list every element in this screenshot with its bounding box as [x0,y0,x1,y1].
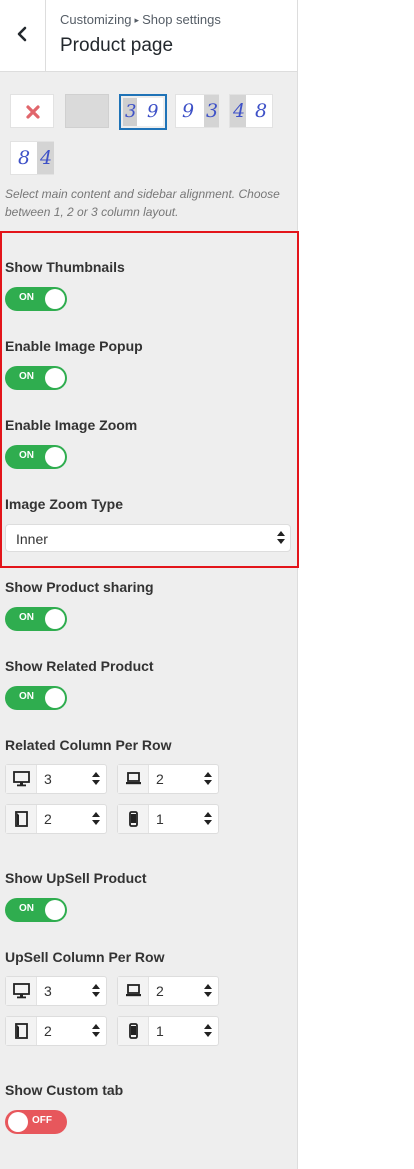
mobile-icon [118,1017,149,1045]
custom-tab-toggle[interactable]: OFF [5,1110,67,1134]
layout-option-no-sidebar[interactable] [10,94,54,128]
related-columns-laptop[interactable]: 2 [117,764,219,794]
related-columns-mobile[interactable]: 1 [117,804,219,834]
zoom-type-value: Inner [16,531,48,547]
desktop-icon [6,765,37,793]
tablet-icon [6,805,37,833]
zoom-type-select[interactable]: Inner [5,524,291,552]
toggle-knob [45,447,65,467]
upsell-desktop-value: 3 [44,983,52,999]
layout-option-right-sidebar[interactable]: 9 3 [175,94,219,128]
toggle-state-text: ON [19,612,34,623]
image-popup-toggle[interactable]: ON [5,366,67,390]
laptop-icon [118,977,149,1005]
related-columns-label: Related Column Per Row [5,737,172,753]
breadcrumb-section: Shop settings [142,12,221,27]
customizer-panel: Customizing ▸ Shop settings Product page 3… [0,0,299,1169]
highlight-box [0,231,299,568]
image-zoom-label: Enable Image Zoom [5,417,138,433]
upsell-tablet-value: 2 [44,1023,52,1039]
upsell-columns-mobile[interactable]: 1 [117,1016,219,1046]
related-product-label: Show Related Product [5,658,154,674]
spinner-arrows-icon[interactable] [204,984,212,998]
spinner-arrows-icon[interactable] [204,1024,212,1038]
spinner-arrows-icon[interactable] [204,772,212,786]
chevron-left-icon [17,26,27,42]
related-desktop-value: 3 [44,771,52,787]
toggle-knob [45,289,65,309]
toggle-state-text: ON [19,450,34,461]
spinner-arrows-icon[interactable] [92,772,100,786]
breadcrumb-separator-icon: ▸ [134,15,140,25]
select-arrows-icon [277,531,285,545]
related-columns-desktop[interactable]: 3 [5,764,107,794]
show-thumbnails-toggle[interactable]: ON [5,287,67,311]
layout-digit-9: 9 [147,101,159,122]
related-tablet-value: 2 [44,811,52,827]
spinner-arrows-icon[interactable] [92,984,100,998]
layout-digit-4: 4 [233,100,246,122]
desktop-icon [6,977,37,1005]
laptop-icon [118,765,149,793]
toggle-knob [45,900,65,920]
layout-option-full-width[interactable] [65,94,109,128]
related-laptop-value: 2 [156,771,164,787]
layout-option-two-col[interactable]: 4 8 [229,94,273,128]
toggle-state-text: ON [19,292,34,303]
layout-digit-3: 3 [206,100,219,122]
related-mobile-value: 1 [156,811,164,827]
toggle-state-text: ON [19,691,34,702]
toggle-knob [45,368,65,388]
toggle-state-text: OFF [32,1115,52,1126]
upsell-mobile-value: 1 [156,1023,164,1039]
toggle-knob [45,609,65,629]
close-icon [26,105,40,119]
image-popup-label: Enable Image Popup [5,338,143,354]
mobile-icon [118,805,149,833]
spinner-arrows-icon[interactable] [204,812,212,826]
layout-digit-4: 4 [40,147,53,169]
back-button[interactable] [0,0,46,71]
show-thumbnails-label: Show Thumbnails [5,259,125,275]
upsell-columns-laptop[interactable]: 2 [117,976,219,1006]
upsell-columns-tablet[interactable]: 2 [5,1016,107,1046]
spinner-arrows-icon[interactable] [92,1024,100,1038]
toggle-knob [8,1112,28,1132]
layout-digit-8: 8 [18,147,31,169]
upsell-product-toggle[interactable]: ON [5,898,67,922]
upsell-columns-desktop[interactable]: 3 [5,976,107,1006]
layout-digit-3: 3 [125,101,137,122]
layout-option-two-col-reverse[interactable]: 8 4 [10,141,54,175]
image-zoom-toggle[interactable]: ON [5,445,67,469]
tablet-icon [6,1017,37,1045]
upsell-laptop-value: 2 [156,983,164,999]
page-title: Product page [60,35,174,56]
related-product-toggle[interactable]: ON [5,686,67,710]
breadcrumb-root: Customizing [60,12,132,27]
upsell-columns-label: UpSell Column Per Row [5,949,165,965]
layout-description: Select main content and sidebar alignmen… [5,187,280,219]
panel-header: Customizing ▸ Shop settings Product page [0,0,297,72]
custom-tab-label: Show Custom tab [5,1082,124,1098]
breadcrumb: Customizing ▸ Shop settings [60,12,221,27]
layout-option-left-sidebar[interactable]: 3 9 [119,94,167,130]
spinner-arrows-icon[interactable] [92,812,100,826]
related-columns-tablet[interactable]: 2 [5,804,107,834]
toggle-state-text: ON [19,371,34,382]
layout-digit-9: 9 [182,100,195,122]
zoom-type-label: Image Zoom Type [5,496,123,512]
toggle-knob [45,688,65,708]
upsell-product-label: Show UpSell Product [5,870,147,886]
layout-digit-8: 8 [255,100,268,122]
toggle-state-text: ON [19,903,34,914]
product-sharing-label: Show Product sharing [5,579,154,595]
product-sharing-toggle[interactable]: ON [5,607,67,631]
